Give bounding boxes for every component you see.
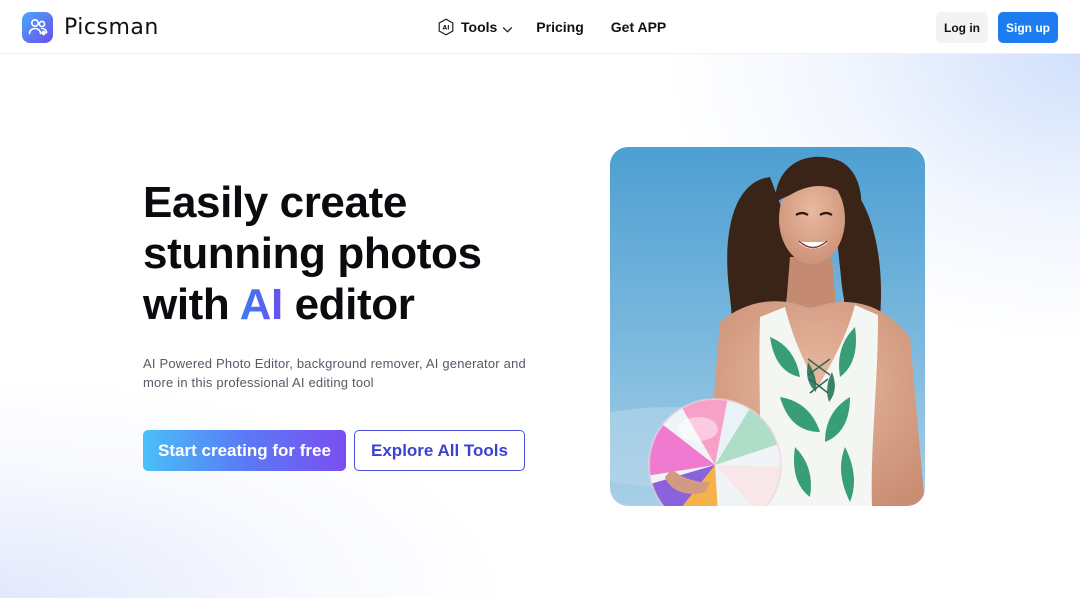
- nav-get-app-link[interactable]: Get APP: [611, 19, 667, 35]
- site-header: Picsman AI Tools Pricing Get APP Log in …: [0, 0, 1080, 54]
- auth-actions: Log in Sign up: [936, 12, 1058, 43]
- brand-name: Picsman: [64, 14, 159, 40]
- hero-subtitle: AI Powered Photo Editor, background remo…: [143, 356, 526, 390]
- ai-hexagon-icon: AI: [437, 18, 455, 36]
- headline-line-3-post: editor: [282, 280, 415, 329]
- nav-pricing-link[interactable]: Pricing: [536, 19, 583, 35]
- headline-accent-ai: AI: [239, 280, 284, 329]
- main-nav: AI Tools Pricing Get APP: [437, 16, 666, 38]
- headline-line-1: Easily create: [143, 178, 407, 227]
- hero-headline: Easily create stunning photos with AI ed…: [143, 177, 563, 330]
- start-creating-button[interactable]: Start creating for free: [143, 430, 346, 471]
- signup-button[interactable]: Sign up: [998, 12, 1058, 43]
- login-button[interactable]: Log in: [936, 12, 988, 43]
- chevron-down-icon: [502, 22, 513, 33]
- headline-line-2: stunning photos: [143, 229, 482, 278]
- nav-tools-label: Tools: [461, 19, 498, 35]
- brand-home-link[interactable]: Picsman: [22, 11, 159, 43]
- users-icon: [22, 11, 53, 43]
- explore-tools-button[interactable]: Explore All Tools: [354, 430, 525, 471]
- section-divider: [0, 598, 1080, 608]
- svg-text:AI: AI: [443, 25, 450, 32]
- nav-tools-dropdown[interactable]: AI Tools: [437, 18, 513, 36]
- hero-photo: [610, 147, 925, 506]
- headline-line-3-pre: with: [143, 280, 240, 329]
